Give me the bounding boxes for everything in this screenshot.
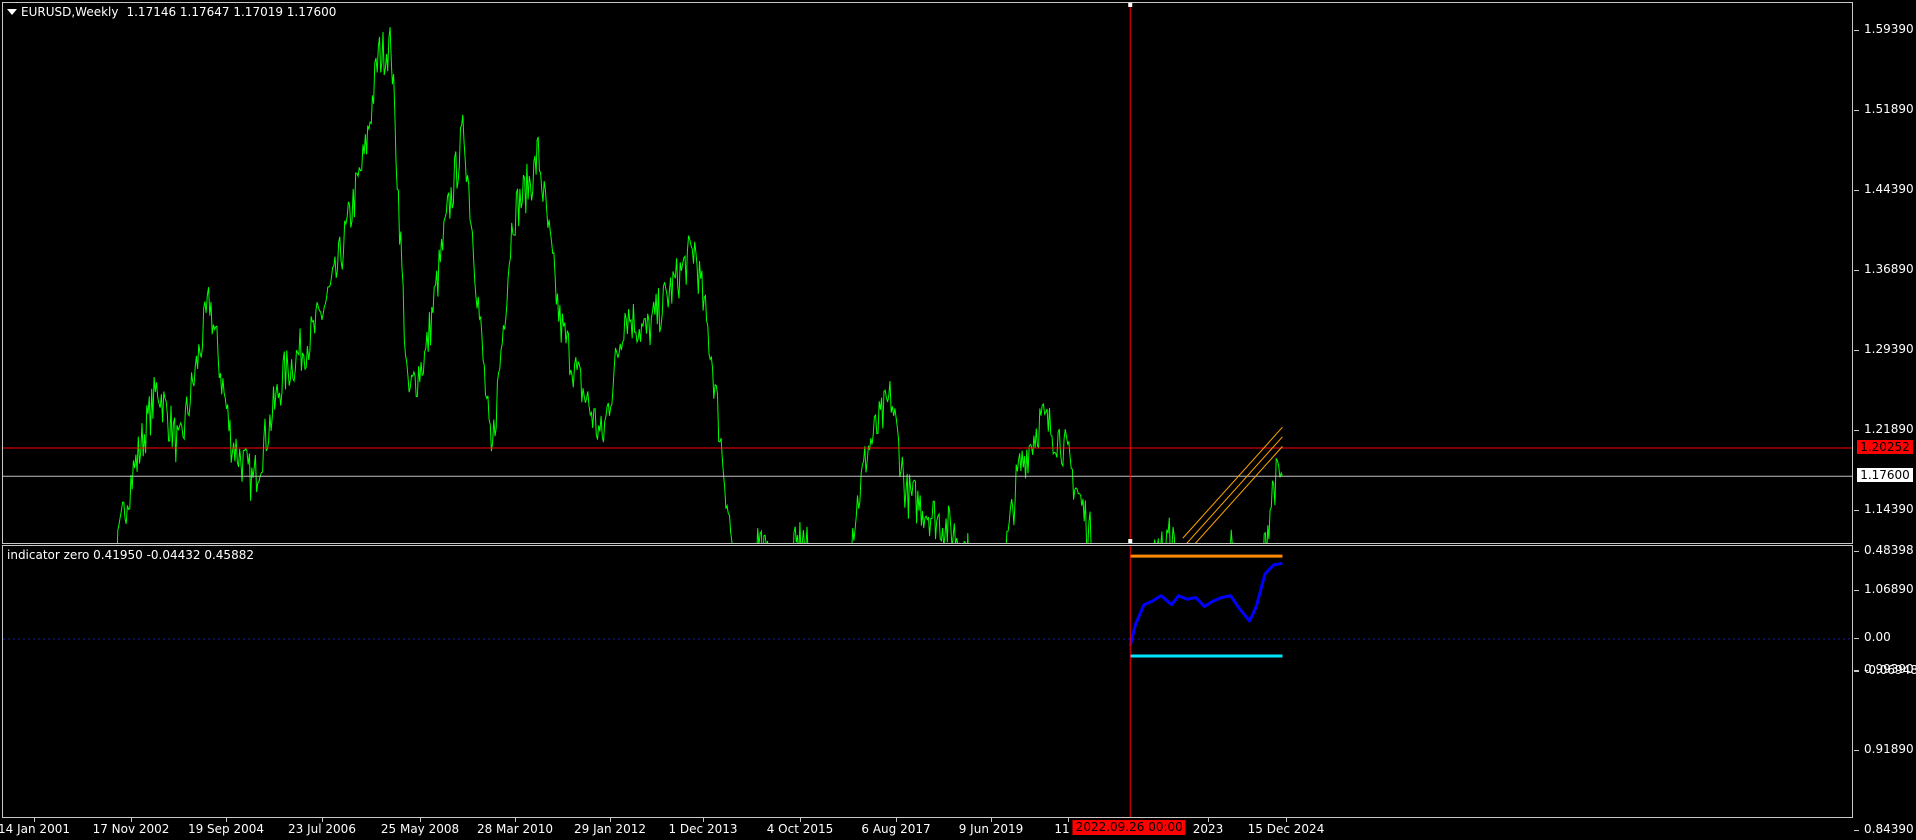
indicator-axis-tick — [1854, 670, 1859, 672]
indicator-pane[interactable]: indicator zero 0.41950 -0.04432 0.45882 — [2, 545, 1853, 818]
time-axis-label: 2023 — [1192, 822, 1224, 836]
indicator-axis-label: 0.00 — [1864, 630, 1891, 644]
collapse-triangle-icon[interactable] — [7, 9, 17, 15]
time-axis-label: 29 Jan 2012 — [574, 822, 646, 836]
indicator-series-line — [1128, 561, 1283, 647]
time-axis-label: 6 Aug 2017 — [861, 822, 931, 836]
time-axis-label: 15 Dec 2024 — [1247, 822, 1325, 836]
chart-window[interactable]: EURUSD,Weekly 1.17146 1.17647 1.17019 1.1… — [0, 0, 1916, 840]
time-axis[interactable]: 14 Jan 2001 17 Nov 2002 19 Sep 2004 23 Jul … — [0, 818, 1853, 840]
time-axis-label: 14 Jan 2001 — [0, 822, 70, 836]
indicator-chart-svg — [3, 546, 1852, 817]
time-axis-label: 17 Nov 2002 — [92, 822, 170, 836]
price-axis[interactable]: 1.59390 1.51890 1.44390 1.36890 1.29390 1.218… — [1854, 2, 1916, 836]
channel-line — [1182, 426, 1283, 539]
price-chart-pane[interactable]: EURUSD,Weekly 1.17146 1.17647 1.17019 1.1… — [2, 2, 1853, 544]
time-axis-label: 28 Mar 2010 — [476, 822, 554, 836]
time-axis-label: 1 Dec 2013 — [668, 822, 738, 836]
price-axis-label: 1.14390 — [1864, 501, 1914, 516]
crosshair-time-badge: 2022.09.26 00:00 — [1072, 820, 1186, 835]
price-axis-tick — [1854, 29, 1859, 31]
time-axis-label: 25 May 2008 — [380, 822, 460, 836]
price-axis-label: 1.51890 — [1864, 101, 1914, 116]
indicator-axis-label: 0.48398 — [1864, 542, 1914, 557]
indicator-axis-tick — [1854, 550, 1859, 552]
indicator-axis-tick — [1854, 638, 1859, 639]
price-axis-label: 1.21890 — [1864, 421, 1914, 436]
ohlc-values: 1.17146 1.17647 1.17019 1.17600 — [126, 5, 337, 19]
price-axis-label: 1.36890 — [1864, 261, 1914, 276]
time-axis-label: 4 Oct 2015 — [766, 822, 834, 836]
price-series-line — [116, 27, 1283, 543]
price-axis-tick — [1854, 269, 1859, 271]
price-axis-tick — [1854, 109, 1859, 111]
time-axis-label: 9 Jun 2019 — [958, 822, 1024, 836]
chart-title: EURUSD,Weekly 1.17146 1.17647 1.17019 1.1… — [7, 5, 336, 19]
price-axis-tick — [1854, 189, 1859, 191]
price-axis-label: 1.59390 — [1864, 21, 1914, 36]
indicator-title: indicator zero 0.41950 -0.04432 0.45882 — [7, 548, 254, 562]
price-axis-label: 1.29390 — [1864, 341, 1914, 356]
level-price-badge: 1.20252 — [1857, 439, 1913, 454]
crosshair-handle-bottom — [1128, 539, 1133, 543]
price-axis-label: 1.44390 — [1864, 181, 1914, 196]
time-axis-label: 19 Sep 2004 — [187, 822, 265, 836]
price-axis-tick — [1854, 349, 1859, 351]
symbol-timeframe: EURUSD,Weekly — [21, 5, 119, 19]
indicator-axis-label: -0.06948 — [1864, 662, 1916, 677]
time-axis-label: 23 Jul 2006 — [288, 822, 356, 836]
price-axis-tick — [1854, 429, 1859, 431]
bid-price-badge: 1.17600 — [1857, 468, 1913, 483]
price-axis-label: 0.84390 — [1864, 821, 1914, 836]
crosshair-handle-top — [1128, 3, 1133, 7]
price-axis-tick — [1854, 829, 1859, 831]
price-chart-svg — [3, 3, 1852, 543]
indicator-axis[interactable]: 0.48398 0.00 -0.06948 — [1854, 542, 1916, 818]
price-axis-tick — [1854, 509, 1859, 511]
